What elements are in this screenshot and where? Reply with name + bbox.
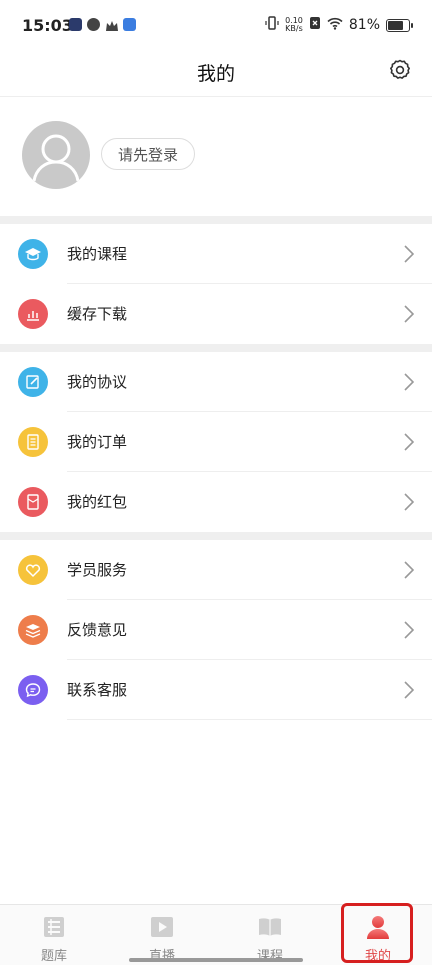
- page-title: 我的: [196, 63, 235, 85]
- menu-item-label: 反馈意见: [67, 621, 128, 639]
- file-notification-icon: [123, 18, 136, 31]
- network-speed-unit: KB/s: [285, 24, 303, 33]
- status-bar: 15:03 0.10 KB/s 81%: [0, 0, 432, 50]
- menu-item-label: 缓存下载: [67, 305, 128, 323]
- chevron-right-icon: [404, 245, 414, 263]
- live-play-icon: [151, 917, 173, 937]
- gear-icon[interactable]: [388, 58, 412, 82]
- menu-item-my-agreement[interactable]: 我的协议: [0, 352, 432, 412]
- section-divider: [0, 532, 432, 540]
- tab-label: 题库: [40, 949, 67, 964]
- wifi-icon: [327, 17, 343, 34]
- menu-item-my-courses[interactable]: 我的课程: [0, 224, 432, 284]
- heart-icon: [18, 555, 48, 585]
- menu-item-label: 联系客服: [67, 681, 128, 699]
- active-tab-highlight: [341, 903, 413, 963]
- tab-question-bank[interactable]: 题库: [0, 905, 108, 965]
- tab-courses[interactable]: 课程: [216, 905, 324, 965]
- menu-item-label: 我的订单: [67, 433, 128, 451]
- header: 我的: [0, 50, 432, 97]
- graduation-cap-icon: [18, 239, 48, 269]
- no-sim-icon: [309, 16, 321, 34]
- menu-item-label: 我的协议: [67, 373, 128, 391]
- network-speed: 0.10 KB/s: [285, 17, 303, 33]
- chevron-right-icon: [404, 433, 414, 451]
- menu-item-label: 我的红包: [67, 493, 128, 511]
- chevron-right-icon: [404, 373, 414, 391]
- menu-item-label: 我的课程: [67, 245, 128, 263]
- profile-card: 请先登录: [0, 97, 432, 216]
- app-notification-icon: [69, 18, 82, 31]
- layers-icon: [18, 615, 48, 645]
- avatar[interactable]: [22, 121, 90, 189]
- red-envelope-icon: [18, 487, 48, 517]
- vibrate-icon: [265, 16, 279, 34]
- menu-item-my-red-envelope[interactable]: 我的红包: [0, 472, 432, 532]
- check-badge-icon: [87, 18, 100, 31]
- bar-chart-icon: [18, 299, 48, 329]
- row-divider: [67, 719, 432, 720]
- chat-icon: [18, 675, 48, 705]
- document-edit-icon: [18, 367, 48, 397]
- crown-icon: [105, 18, 118, 31]
- order-list-icon: [18, 427, 48, 457]
- chevron-right-icon: [404, 493, 414, 511]
- login-button[interactable]: 请先登录: [101, 138, 196, 170]
- chevron-right-icon: [404, 561, 414, 579]
- tab-live[interactable]: 直播: [108, 905, 216, 965]
- menu-item-student-service[interactable]: 学员服务: [0, 540, 432, 600]
- chevron-right-icon: [404, 681, 414, 699]
- home-indicator[interactable]: [129, 958, 303, 962]
- menu-item-feedback[interactable]: 反馈意见: [0, 600, 432, 660]
- menu-item-cache-download[interactable]: 缓存下载: [0, 284, 432, 344]
- menu-item-label: 学员服务: [67, 561, 128, 579]
- status-time: 15:03: [22, 16, 73, 35]
- chevron-right-icon: [404, 621, 414, 639]
- menu-item-my-orders[interactable]: 我的订单: [0, 412, 432, 472]
- battery-icon: [386, 18, 413, 32]
- book-icon: [259, 918, 281, 936]
- section-divider: [0, 344, 432, 352]
- user-placeholder-icon: [32, 134, 80, 182]
- menu-item-contact-support[interactable]: 联系客服: [0, 660, 432, 720]
- battery-percent: 81%: [348, 17, 380, 33]
- section-divider: [0, 216, 432, 224]
- question-bank-icon: [44, 917, 64, 937]
- chevron-right-icon: [404, 305, 414, 323]
